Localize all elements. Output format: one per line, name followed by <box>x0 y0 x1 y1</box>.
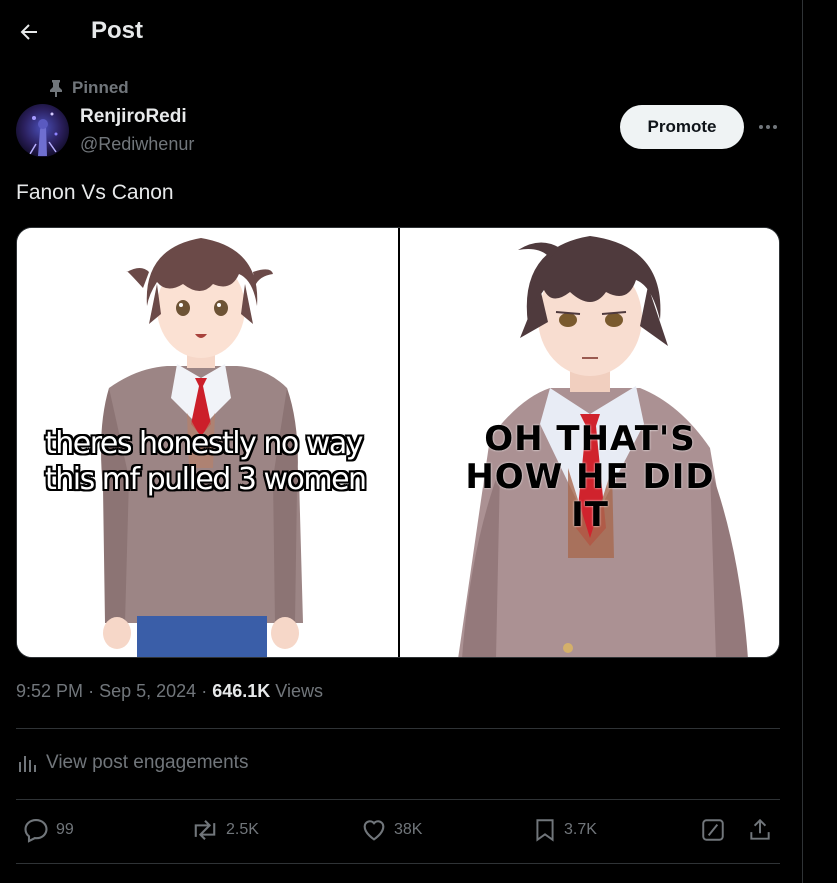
page-title: Post <box>91 17 144 44</box>
analytics-icon <box>19 756 36 772</box>
reply-button[interactable]: 99 <box>22 816 74 844</box>
like-button[interactable]: 38K <box>360 816 422 844</box>
divider <box>16 799 780 800</box>
right-caption-line3: IT <box>571 495 609 535</box>
post-page: Post Pinned RenjiroRedi @Rediwhenur Prom… <box>0 0 837 883</box>
bookmark-icon <box>536 819 554 842</box>
views-label: Views <box>275 681 323 701</box>
media-left-panel: theres honestly no way this mf pulled 3 … <box>17 228 398 657</box>
meta-separator: · <box>201 681 208 701</box>
header: Post <box>0 0 802 64</box>
arrow-left-icon <box>20 24 37 40</box>
grok-button[interactable] <box>699 816 727 844</box>
views-count: 646.1K <box>212 681 271 701</box>
divider <box>16 728 780 729</box>
promote-button[interactable]: Promote <box>620 105 744 149</box>
repost-count: 2.5K <box>226 821 259 838</box>
left-caption: theres honestly no way this mf pulled 3 … <box>45 426 385 498</box>
more-horizontal-icon <box>759 125 777 129</box>
post-time[interactable]: 9:52 PM <box>16 681 83 701</box>
column-divider <box>802 0 803 883</box>
view-engagements-button[interactable]: View post engagements <box>16 752 248 774</box>
author-handle[interactable]: @Rediwhenur <box>80 134 194 155</box>
reply-icon <box>24 819 48 843</box>
right-caption: OH THAT'S HOW HE DID IT <box>440 420 740 534</box>
back-button[interactable] <box>13 16 45 48</box>
repost-icon <box>194 820 216 840</box>
post-text: Fanon Vs Canon <box>16 181 174 204</box>
more-button[interactable] <box>755 114 781 140</box>
media-right-panel: OH THAT'S HOW HE DID IT <box>400 228 779 657</box>
pin-icon <box>50 80 62 97</box>
like-count: 38K <box>394 821 423 838</box>
share-icon <box>750 818 770 840</box>
repost-button[interactable]: 2.5K <box>190 816 259 844</box>
post-media[interactable]: theres honestly no way this mf pulled 3 … <box>16 227 780 658</box>
meta-separator: · <box>88 681 95 701</box>
engagements-label: View post engagements <box>46 752 249 773</box>
avatar[interactable] <box>16 104 69 157</box>
avatar-image <box>16 104 69 157</box>
author-display-name[interactable]: RenjiroRedi <box>80 106 187 128</box>
heart-icon <box>363 820 385 841</box>
pinned-indicator: Pinned <box>48 78 129 98</box>
post-date[interactable]: Sep 5, 2024 <box>99 681 196 701</box>
right-caption-line1: OH THAT'S <box>484 419 696 459</box>
reply-count: 99 <box>56 821 74 838</box>
bookmark-button[interactable]: 3.7K <box>532 816 597 844</box>
grok-icon <box>702 819 724 841</box>
left-caption-line1: theres honestly no way <box>45 426 363 461</box>
post-meta: 9:52 PM · Sep 5, 2024 · 646.1K Views <box>16 681 323 702</box>
bookmark-count: 3.7K <box>564 821 597 838</box>
share-button[interactable] <box>746 816 774 844</box>
pinned-label: Pinned <box>72 78 129 97</box>
right-caption-line2: HOW HE DID <box>465 457 715 497</box>
divider <box>16 863 780 864</box>
left-caption-line2: this mf pulled 3 women <box>45 462 367 497</box>
